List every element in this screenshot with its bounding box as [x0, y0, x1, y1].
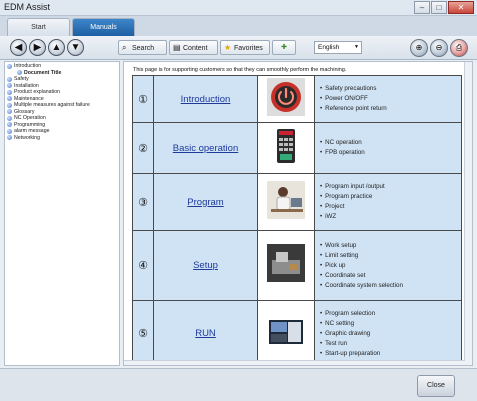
- link-setup[interactable]: Setup: [153, 230, 258, 301]
- book-icon: [7, 102, 12, 108]
- list-item: Reference point return: [320, 104, 461, 114]
- run-screen-image: [257, 300, 315, 365]
- table-row: ② Basic operation NC operation FPB opera…: [132, 122, 462, 174]
- list-item: Pick up: [320, 261, 461, 271]
- list-item: Program selection: [320, 309, 461, 319]
- table-row: ⑤ RUN Program selection NC setting Graph…: [132, 300, 462, 365]
- manual-content: This page is for supporting customers so…: [123, 61, 473, 366]
- title-bar: EDM Assist – □ ✕: [0, 0, 477, 16]
- list-item: Start-up preparation: [320, 349, 461, 359]
- operator-at-desk-image: [257, 173, 315, 231]
- language-select[interactable]: English ▼: [314, 41, 362, 54]
- table-row: ③ Program Program input /output Program …: [132, 173, 462, 231]
- search-icon: ⌕: [122, 43, 127, 52]
- list-item: NC operation: [320, 138, 461, 148]
- manual-table: ① Introduction Safety precautions Power …: [132, 75, 462, 365]
- list-item: Coordinate set: [320, 271, 461, 281]
- footer-bar: Close: [0, 368, 477, 401]
- window-title: EDM Assist: [4, 2, 51, 12]
- list-item: Coordinate system selection: [320, 281, 461, 291]
- add-favorite-button[interactable]: ✚: [272, 40, 296, 55]
- list-item: Safety precautions: [320, 84, 461, 94]
- favorites-button[interactable]: ★ Favorites: [220, 40, 270, 55]
- toc-sidebar: Introduction Document Title Safety Insta…: [4, 61, 120, 366]
- intro-text: This page is for supporting customers so…: [133, 67, 347, 73]
- book-icon: [7, 115, 12, 121]
- down-icon[interactable]: ▼: [67, 39, 84, 56]
- link-basic-operation[interactable]: Basic operation: [153, 122, 258, 174]
- book-icon: [7, 63, 12, 69]
- content-icon: ▤: [173, 43, 181, 52]
- maximize-button[interactable]: □: [431, 1, 447, 14]
- row-number: ③: [132, 173, 154, 231]
- book-icon: [7, 109, 12, 115]
- add-favorite-icon: ✚: [281, 44, 287, 51]
- row-number: ⑤: [132, 300, 154, 365]
- tab-manuals[interactable]: Manuals: [72, 18, 135, 36]
- favorites-label: Favorites: [234, 45, 263, 52]
- table-row: ④ Setup Work setup Limit setting Pick up…: [132, 230, 462, 301]
- list-item: Graphic drawing: [320, 329, 461, 339]
- table-row: ① Introduction Safety precautions Power …: [132, 75, 462, 123]
- list-item: FPB operation: [320, 148, 461, 158]
- power-button-image: [257, 75, 315, 123]
- list-item: iWZ: [320, 212, 461, 222]
- book-icon: [7, 89, 12, 95]
- sidebar-item-networking[interactable]: Networking: [5, 135, 119, 142]
- list-item: Project: [320, 202, 461, 212]
- tab-bar: Start Manuals: [0, 16, 477, 36]
- star-icon: ★: [224, 43, 232, 52]
- close-button[interactable]: Close: [417, 375, 455, 397]
- print-icon[interactable]: ⎙: [450, 39, 468, 57]
- list-item: Power ON/OFF: [320, 94, 461, 104]
- list-item: Program input /output: [320, 182, 461, 192]
- close-window-button[interactable]: ✕: [448, 1, 474, 14]
- book-icon: [7, 128, 12, 134]
- content-label: Content: [183, 45, 208, 52]
- book-icon: [7, 122, 12, 128]
- list-item: NC setting: [320, 319, 461, 329]
- workpiece-setup-image: [257, 230, 315, 301]
- tab-start[interactable]: Start: [7, 18, 70, 36]
- link-program[interactable]: Program: [153, 173, 258, 231]
- zoom-out-icon[interactable]: ⊖: [430, 39, 448, 57]
- list-item: Program practice: [320, 192, 461, 202]
- content-button[interactable]: ▤ Content: [169, 40, 218, 55]
- vertical-scrollbar[interactable]: [464, 62, 472, 365]
- book-icon: [7, 76, 12, 82]
- link-run[interactable]: RUN: [153, 300, 258, 365]
- list-item: Work setup: [320, 241, 461, 251]
- language-value: English: [318, 44, 340, 51]
- row-number: ②: [132, 122, 154, 174]
- list-item: Test run: [320, 339, 461, 349]
- back-icon[interactable]: ◀: [10, 39, 27, 56]
- page-icon: [17, 70, 22, 76]
- up-icon[interactable]: ▲: [48, 39, 65, 56]
- forward-icon[interactable]: ▶: [29, 39, 46, 56]
- book-icon: [7, 96, 12, 102]
- minimize-button[interactable]: –: [414, 1, 430, 14]
- zoom-in-icon[interactable]: ⊕: [410, 39, 428, 57]
- row-number: ①: [132, 75, 154, 123]
- toolbar: ◀ ▶ ▲ ▼ ⌕ Search ▤ Content ★ Favorites ✚ En…: [0, 36, 477, 60]
- link-introduction[interactable]: Introduction: [153, 75, 258, 123]
- remote-controller-image: [257, 122, 315, 174]
- horizontal-scrollbar[interactable]: [124, 360, 465, 365]
- chevron-down-icon: ▼: [354, 44, 359, 50]
- search-label: Search: [132, 45, 155, 52]
- search-button[interactable]: ⌕ Search: [118, 40, 167, 55]
- book-icon: [7, 135, 12, 141]
- book-icon: [7, 83, 12, 89]
- row-number: ④: [132, 230, 154, 301]
- list-item: Limit setting: [320, 251, 461, 261]
